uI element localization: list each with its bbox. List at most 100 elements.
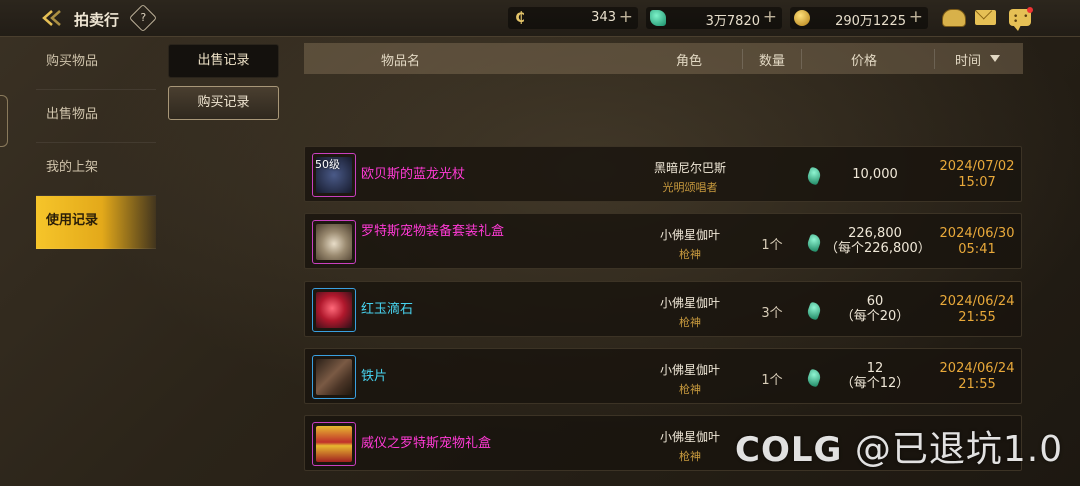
- price-per-unit: （每个226,800）: [825, 241, 931, 256]
- character-class: 枪神: [679, 316, 701, 329]
- table-header: 物品名 角色 数量 价格 时间: [304, 43, 1023, 74]
- side-drawer-handle[interactable]: [0, 95, 8, 147]
- role-cell: 小佛星伽叶 枪神: [630, 361, 750, 397]
- watermark-brand: COLG: [735, 430, 843, 470]
- header-divider: [801, 49, 802, 69]
- clock: 15:07: [958, 175, 996, 190]
- item-name: 罗特斯宠物装备套装礼盒: [361, 224, 505, 239]
- quantity: 1个: [761, 238, 783, 253]
- quantity: 3个: [761, 306, 783, 321]
- header-role: 角色: [676, 54, 703, 69]
- nav-item-sell-items[interactable]: 出售物品: [36, 90, 156, 143]
- nav-item-my-listings[interactable]: 我的上架: [36, 143, 156, 196]
- c-coin-value: 343: [591, 10, 616, 25]
- back-arrow-icon[interactable]: [40, 8, 66, 28]
- date: 2024/07/02: [939, 159, 1015, 174]
- time: 2024/07/02 15:07: [933, 159, 1021, 191]
- watermark-text: @已退坑1.0: [854, 429, 1064, 470]
- crystal-value: 3万7820: [705, 14, 760, 29]
- crystal-icon: [805, 301, 823, 321]
- clock: 21:55: [958, 310, 996, 325]
- time: 2024/06/30 05:41: [933, 226, 1021, 258]
- role-cell: 小佛星伽叶 枪神: [630, 428, 750, 464]
- item-level-badge: 50级: [315, 158, 340, 171]
- gold-coin-icon: [794, 10, 810, 26]
- crystal-add-button[interactable]: +: [763, 7, 777, 27]
- price-per-unit: （每个20）: [840, 309, 910, 324]
- crystal-icon: [805, 166, 823, 186]
- price-per-unit: （每个12）: [840, 376, 910, 391]
- top-bar: 拍卖行 ? ₵ 343 + 3万7820 + 290万1225 + • • •: [0, 0, 1080, 37]
- date: 2024/06/30: [939, 226, 1015, 241]
- character-class: 枪神: [679, 383, 701, 396]
- price: 10,000: [825, 167, 925, 182]
- character-name: 小佛星伽叶: [659, 296, 720, 310]
- watermark: COLG @已退坑1.0: [735, 420, 1063, 472]
- character-name: 小佛星伽叶: [659, 363, 720, 377]
- character-name: 小佛星伽叶: [659, 228, 720, 242]
- gold-value: 290万1225: [835, 14, 906, 29]
- table-row[interactable]: 罗特斯宠物装备套装礼盒 小佛星伽叶 枪神 1个 226,800 （每个226,8…: [304, 213, 1022, 269]
- time: 2024/06/24 21:55: [933, 294, 1021, 326]
- time: 2024/06/24 21:55: [933, 361, 1021, 393]
- item-name: 欧贝斯的蓝龙光杖: [361, 167, 466, 182]
- header-divider: [934, 49, 935, 69]
- table-row[interactable]: 铁片 小佛星伽叶 枪神 1个 12 （每个12） 2024/06/24 21:5…: [304, 348, 1022, 404]
- crystal-icon: [805, 233, 823, 253]
- currency-crystal: 3万7820 +: [646, 7, 782, 29]
- nav-item-buy-items[interactable]: 购买物品: [36, 37, 156, 90]
- item-icon-iron-plate[interactable]: [312, 355, 356, 399]
- help-icon[interactable]: ?: [128, 3, 158, 33]
- price: 60 （每个20）: [825, 294, 925, 324]
- item-name: 铁片: [361, 369, 388, 384]
- header-divider: [742, 49, 743, 69]
- currency-c-coin: ₵ 343 +: [508, 7, 638, 29]
- tab-buy-records[interactable]: 购买记录: [168, 86, 279, 120]
- item-name: 红玉滴石: [361, 302, 414, 317]
- date: 2024/06/24: [939, 294, 1015, 309]
- price-total: 12: [866, 361, 884, 376]
- notification-dot: [1027, 7, 1033, 13]
- nav-item-usage-records[interactable]: 使用记录: [36, 196, 156, 249]
- item-icon-ruby[interactable]: [312, 288, 356, 332]
- clock: 05:41: [958, 242, 996, 257]
- role-cell: 小佛星伽叶 枪神: [630, 294, 750, 330]
- header-time[interactable]: 时间: [955, 50, 981, 69]
- character-class: 光明颂唱者: [662, 181, 718, 194]
- crystal-icon: [650, 10, 666, 26]
- character-class: 枪神: [679, 248, 701, 261]
- date: 2024/06/24: [939, 361, 1015, 376]
- price-total: 10,000: [852, 167, 898, 182]
- item-icon-staff[interactable]: 50级: [312, 153, 356, 197]
- header-qty: 数量: [759, 54, 786, 69]
- item-icon-gift-box[interactable]: [312, 220, 356, 264]
- clock: 21:55: [958, 377, 996, 392]
- currency-gold: 290万1225 +: [790, 7, 928, 29]
- item-icon-gift-box[interactable]: [312, 422, 356, 466]
- character-class: 枪神: [679, 450, 701, 463]
- quantity: 1个: [761, 373, 783, 388]
- left-nav: 购买物品 出售物品 我的上架 使用记录: [36, 37, 156, 249]
- tab-sell-records[interactable]: 出售记录: [168, 44, 279, 78]
- sort-down-icon[interactable]: [990, 55, 1000, 62]
- item-name: 威仪之罗特斯宠物礼盒: [361, 436, 492, 451]
- role-cell: 黑暗尼尔巴斯 光明颂唱者: [630, 159, 750, 195]
- price: 12 （每个12）: [825, 361, 925, 391]
- c-coin-icon: ₵: [515, 10, 525, 26]
- header-price: 价格: [851, 54, 878, 69]
- price-total: 226,800: [848, 226, 902, 241]
- table-row[interactable]: 红玉滴石 小佛星伽叶 枪神 3个 60 （每个20） 2024/06/24 21…: [304, 281, 1022, 337]
- price: 226,800 （每个226,800）: [825, 226, 931, 256]
- header-item-name: 物品名: [381, 54, 421, 69]
- table-row[interactable]: 50级 欧贝斯的蓝龙光杖 黑暗尼尔巴斯 光明颂唱者 10,000 2024/07…: [304, 146, 1022, 202]
- crystal-icon: [805, 368, 823, 388]
- gold-add-button[interactable]: +: [909, 7, 923, 27]
- page-title: 拍卖行: [74, 11, 120, 29]
- character-name: 小佛星伽叶: [659, 430, 720, 444]
- mail-icon[interactable]: [975, 10, 996, 25]
- price-total: 60: [866, 294, 884, 309]
- character-name: 黑暗尼尔巴斯: [653, 161, 726, 175]
- role-cell: 小佛星伽叶 枪神: [630, 226, 750, 262]
- c-coin-add-button[interactable]: +: [619, 7, 633, 27]
- storage-pot-icon[interactable]: [942, 9, 966, 27]
